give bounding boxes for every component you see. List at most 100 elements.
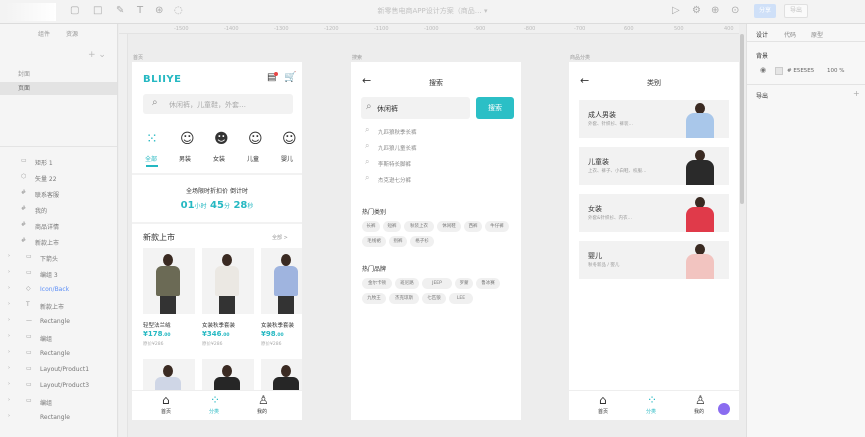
category-icon[interactable]: ⁘ (647, 393, 657, 407)
visibility-icon[interactable]: ◉ (760, 66, 766, 74)
category-label[interactable]: 男装 (179, 154, 191, 163)
chip[interactable]: 秋装上衣 (404, 221, 434, 232)
user-icon[interactable]: ♙ (695, 393, 706, 407)
expand-arrow-icon[interactable]: › (8, 269, 10, 275)
add-page-icon[interactable]: + ⌄ (88, 50, 106, 60)
chip[interactable]: 西裤 (464, 221, 482, 232)
tab-label[interactable]: 分类 (209, 408, 219, 415)
page-item-cover[interactable]: 封面 (0, 68, 117, 81)
layer-item[interactable]: # 商品详情 (0, 218, 117, 234)
home-frame[interactable]: BLIIYE ▤ 🛒 ⌕ 休闲裤，儿童鞋，外套… ⁙ 全部 ☺ 男装 ☻ 女装 ☺ 儿童 ☺ 婴儿… (132, 62, 302, 420)
layer-item[interactable]: › ▭ Layout/Product1 (0, 362, 117, 378)
layer-item[interactable]: › — Rectangle (0, 314, 117, 330)
layer-item[interactable]: › ▭ 下箭头 (0, 250, 117, 266)
chip[interactable]: 七匹狼 (422, 293, 446, 304)
category-frame[interactable]: ← 类别 成人男装 外套、针织衫、裤装… 儿童装 上衣、裤子、小白鞋、校服… 女装 外套&… (569, 62, 739, 420)
search-input[interactable]: ⌕ 休闲裤 (361, 97, 470, 119)
chip[interactable]: 鲁冰赛 (476, 278, 500, 289)
avatar[interactable] (716, 401, 732, 417)
category-label[interactable]: 女装 (213, 154, 225, 163)
expand-arrow-icon[interactable]: › (8, 397, 10, 403)
search-frame[interactable]: ← 搜索 ⌕ 休闲裤 搜索 ⌕ 九匹狼秋季长裤 ⌕ 九匹狼儿童长裤 ⌕ 李斯特长脚裤 ⌕ 杰克… (351, 62, 521, 420)
category-card[interactable]: 成人男装 外套、针织衫、裤装… (579, 100, 729, 138)
expand-arrow-icon[interactable]: › (8, 333, 10, 339)
tab-assets[interactable]: 资源 (66, 29, 78, 38)
settings-icon[interactable]: ⚙ (692, 5, 701, 16)
layer-item[interactable]: › T 新款上市 (0, 298, 117, 314)
man-icon[interactable]: ☺ (180, 131, 195, 147)
tab-components[interactable]: 组件 (38, 29, 50, 38)
add-export-icon[interactable]: + (853, 89, 860, 98)
layer-item[interactable]: › ▭ 编组 3 (0, 266, 117, 282)
grid-icon[interactable]: ⁙ (146, 131, 158, 147)
layer-item[interactable]: ▭ 矩形 1 (0, 154, 117, 170)
chip[interactable]: 班尼路 (395, 278, 419, 289)
fill-hex-input[interactable]: # E5E5E5 (787, 68, 814, 74)
home-icon[interactable]: ⌂ (162, 393, 170, 407)
suggestion-item[interactable]: ⌕ 李斯特长脚裤 (365, 157, 515, 170)
section-more-link[interactable]: 全部 > (272, 234, 288, 241)
search-box[interactable]: ⌕ 休闲裤，儿童鞋，外套… (143, 94, 293, 114)
expand-arrow-icon[interactable]: › (8, 413, 10, 419)
preview-icon[interactable]: ▷ (672, 5, 680, 16)
suggestion-item[interactable]: ⌕ 九匹狼儿童长裤 (365, 141, 515, 154)
chip[interactable]: 休闲鞋 (437, 221, 461, 232)
canvas-scrollbar[interactable] (740, 34, 744, 204)
tab-label[interactable]: 分类 (646, 408, 656, 415)
baby-icon[interactable]: ☺ (282, 131, 297, 147)
chip[interactable]: 九牧王 (362, 293, 386, 304)
product-card[interactable]: 女装秋季套装 ¥98.00 原价¥286 (261, 248, 302, 348)
collab-icon[interactable]: ⊕ (711, 5, 719, 16)
chip[interactable]: 金尔卡顿 (362, 278, 392, 289)
frame-label-search[interactable]: 搜索 (352, 54, 362, 61)
child-icon[interactable]: ☺ (248, 131, 263, 147)
fill-swatch[interactable] (775, 67, 783, 75)
woman-icon[interactable]: ☻ (214, 131, 229, 147)
chip[interactable]: 罗蒙 (455, 278, 473, 289)
expand-arrow-icon[interactable]: › (8, 365, 10, 371)
layer-item[interactable]: # 新款上市 (0, 234, 117, 250)
suggestion-item[interactable]: ⌕ 九匹狼秋季长裤 (365, 125, 515, 138)
zoom-icon[interactable]: ⊙ (731, 5, 739, 16)
export-button[interactable]: 导出 (784, 4, 808, 18)
product-card[interactable]: 轻型法兰绒 ¥178.00 原价¥286 (143, 248, 195, 348)
cart-icon[interactable]: 🛒 (284, 72, 296, 83)
suggestion-item[interactable]: ⌕ 杰克逊七分裤 (365, 173, 515, 186)
category-label[interactable]: 婴儿 (281, 154, 293, 163)
expand-arrow-icon[interactable]: › (8, 317, 10, 323)
chip[interactable]: 毛线裙 (362, 236, 386, 247)
tab-code[interactable]: 代码 (784, 30, 796, 39)
chip[interactable]: LEE (449, 293, 473, 304)
expand-arrow-icon[interactable]: › (8, 285, 10, 291)
layer-item[interactable]: # 联系客服 (0, 186, 117, 202)
chip[interactable]: 长裤 (362, 221, 380, 232)
tab-label[interactable]: 首页 (598, 408, 608, 415)
expand-arrow-icon[interactable]: › (8, 381, 10, 387)
layer-item[interactable]: › ▭ 编组 (0, 394, 117, 410)
chip[interactable]: 牛仔裤 (485, 221, 509, 232)
layer-item[interactable]: › ▭ Rectangle (0, 346, 117, 362)
user-icon[interactable]: ♙ (258, 393, 269, 407)
fill-opacity-input[interactable]: 100 % (827, 68, 844, 74)
page-item-pages[interactable]: 页面 (0, 82, 117, 95)
search-button[interactable]: 搜索 (476, 97, 514, 119)
category-card[interactable]: 儿童装 上衣、裤子、小白鞋、校服… (579, 147, 729, 185)
layer-item[interactable]: › ▭ 编组 (0, 330, 117, 346)
tab-prototype[interactable]: 原型 (811, 30, 823, 39)
expand-arrow-icon[interactable]: › (8, 253, 10, 259)
chip[interactable]: 别裤 (389, 236, 407, 247)
tab-design[interactable]: 设计 (756, 30, 768, 39)
expand-arrow-icon[interactable]: › (8, 301, 10, 307)
layer-item[interactable]: › ◇ Icon/Back (0, 282, 117, 298)
category-icon[interactable]: ⁘ (210, 393, 220, 407)
tab-label[interactable]: 我的 (257, 408, 267, 415)
frame-label-category[interactable]: 商品分类 (570, 54, 590, 61)
tab-label[interactable]: 我的 (694, 408, 704, 415)
layer-item[interactable]: › ▭ Layout/Product3 (0, 378, 117, 394)
category-label[interactable]: 儿童 (247, 154, 259, 163)
chip[interactable]: 短裤 (383, 221, 401, 232)
home-icon[interactable]: ⌂ (599, 393, 607, 407)
category-label[interactable]: 全部 (145, 154, 157, 163)
product-card[interactable]: 女装秋季套装 ¥346.00 原价¥286 (202, 248, 254, 348)
tab-label[interactable]: 首页 (161, 408, 171, 415)
